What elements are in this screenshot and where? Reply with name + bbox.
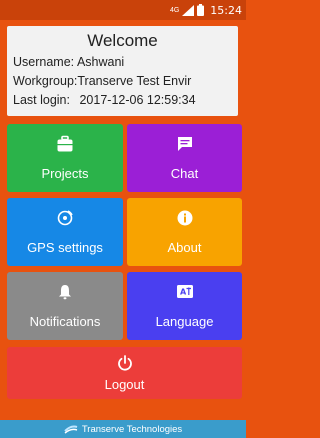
- battery-icon: [197, 4, 205, 16]
- language-button[interactable]: A Language: [127, 272, 242, 340]
- username-label: Username:: [13, 55, 75, 69]
- logout-label: Logout: [104, 377, 145, 392]
- status-bar: 4G 15:24: [0, 0, 246, 20]
- info-icon: [177, 210, 192, 226]
- svg-text:A: A: [180, 288, 187, 297]
- notifications-label: Notifications: [29, 314, 101, 329]
- welcome-card: Welcome Username: Ashwani Workgroup:Tran…: [7, 26, 238, 116]
- welcome-title: Welcome: [87, 31, 158, 50]
- workgroup-row: Workgroup:Transerve Test Envir: [13, 72, 232, 91]
- logout-button[interactable]: Logout: [7, 347, 242, 399]
- chat-icon: [177, 137, 192, 151]
- last-login-row: Last login: 2017-12-06 12:59:34: [13, 91, 232, 110]
- projects-label: Projects: [41, 166, 89, 181]
- satellite-icon: [57, 210, 73, 226]
- about-button[interactable]: About: [127, 198, 242, 266]
- bell-icon: [59, 285, 71, 300]
- transerve-logo-icon: [64, 425, 78, 434]
- username-value: Ashwani: [76, 55, 125, 69]
- footer-text: Transerve Technologies: [81, 423, 183, 435]
- gps-settings-label: GPS settings: [27, 240, 103, 255]
- signal-icon: [182, 4, 195, 16]
- gps-settings-button[interactable]: GPS settings: [7, 198, 123, 266]
- footer: Transerve Technologies: [0, 420, 246, 438]
- projects-button[interactable]: Projects: [7, 124, 123, 192]
- briefcase-icon: [57, 135, 73, 152]
- about-label: About: [167, 240, 202, 255]
- clock: 15:24: [210, 3, 242, 17]
- chat-button[interactable]: Chat: [127, 124, 242, 192]
- language-label: Language: [155, 314, 214, 329]
- power-icon: [117, 355, 132, 371]
- network-icon: 4G: [169, 6, 180, 14]
- workgroup-label: Workgroup:: [13, 74, 78, 88]
- username-row: Username: Ashwani: [13, 53, 232, 72]
- notifications-button[interactable]: Notifications: [7, 272, 123, 340]
- last-login-value: 2017-12-06 12:59:34: [79, 93, 196, 107]
- last-login-label: Last login:: [13, 93, 70, 107]
- workgroup-value: Transerve Test Envir: [77, 74, 192, 88]
- chat-label: Chat: [170, 166, 199, 181]
- translate-icon: A: [176, 285, 193, 298]
